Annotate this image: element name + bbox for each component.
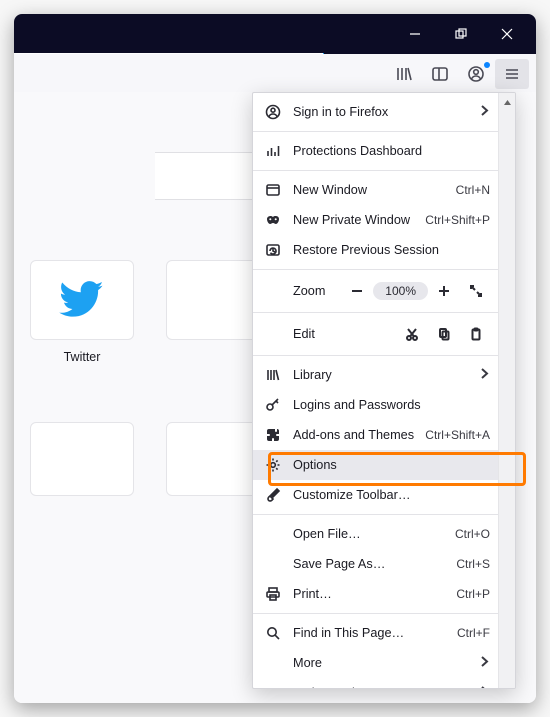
menu-find[interactable]: Find in This Page… Ctrl+F: [253, 618, 498, 648]
menu-label: Options: [293, 458, 490, 472]
separator: [253, 514, 498, 515]
window-icon: [263, 182, 283, 198]
menu-label: Find in This Page…: [293, 626, 457, 640]
fullscreen-button[interactable]: [460, 278, 492, 304]
menu-print[interactable]: Print… Ctrl+P: [253, 579, 498, 609]
chevron-right-icon: [479, 368, 490, 382]
menu-label: Library: [293, 368, 479, 382]
menu-logins[interactable]: Logins and Passwords: [253, 390, 498, 420]
hamburger-menu-button[interactable]: [495, 59, 529, 89]
account-icon: [263, 104, 283, 120]
menu-options[interactable]: Options: [253, 450, 498, 480]
separator: [253, 613, 498, 614]
sidebar-icon[interactable]: [423, 59, 457, 89]
menu-accel: Ctrl+Shift+P: [425, 213, 490, 227]
maximize-button[interactable]: [438, 16, 484, 52]
menu-save-as[interactable]: Save Page As… Ctrl+S: [253, 549, 498, 579]
menu-new-private[interactable]: New Private Window Ctrl+Shift+P: [253, 205, 498, 235]
titlebar: [14, 14, 536, 54]
menu-label: Restore Previous Session: [293, 243, 490, 257]
menu-accel: Ctrl+O: [455, 527, 490, 541]
menu-label: Sign in to Firefox: [293, 105, 479, 119]
separator: [253, 170, 498, 171]
menu-protections[interactable]: Protections Dashboard: [253, 136, 498, 166]
zoom-label: Zoom: [293, 284, 325, 298]
menu-scrollbar[interactable]: [498, 93, 515, 688]
restore-icon: [263, 242, 283, 258]
copy-button[interactable]: [428, 321, 460, 347]
twitter-icon: [59, 276, 105, 325]
menu-web-developer[interactable]: Web Developer: [253, 678, 498, 689]
zoom-out-button[interactable]: [341, 278, 373, 304]
app-menu: Sign in to Firefox Protections Dashboard…: [252, 92, 516, 689]
zoom-in-button[interactable]: [428, 278, 460, 304]
separator: [253, 131, 498, 132]
tile-twitter[interactable]: Twitter: [30, 260, 134, 364]
menu-label: New Private Window: [293, 213, 425, 227]
separator: [253, 312, 498, 313]
menu-accel: Ctrl+N: [456, 183, 490, 197]
toolbar: [14, 54, 536, 94]
menu-new-window[interactable]: New Window Ctrl+N: [253, 175, 498, 205]
paste-button[interactable]: [460, 321, 492, 347]
menu-zoom: Zoom 100%: [253, 274, 498, 308]
menu-addons[interactable]: Add-ons and Themes Ctrl+Shift+A: [253, 420, 498, 450]
edit-label: Edit: [293, 327, 315, 341]
menu-customize[interactable]: Customize Toolbar…: [253, 480, 498, 510]
tile-label: Twitter: [64, 350, 101, 364]
menu-accel: Ctrl+S: [456, 557, 490, 571]
dashboard-icon: [263, 143, 283, 159]
tile-empty[interactable]: [30, 422, 134, 496]
menu-restore-session[interactable]: Restore Previous Session: [253, 235, 498, 265]
menu-label: New Window: [293, 183, 456, 197]
puzzle-icon: [263, 427, 283, 443]
menu-label: Add-ons and Themes: [293, 428, 425, 442]
separator: [253, 269, 498, 270]
close-button[interactable]: [484, 16, 530, 52]
menu-label: More: [293, 656, 479, 670]
menu-label: Protections Dashboard: [293, 144, 490, 158]
menu-accel: Ctrl+P: [456, 587, 490, 601]
notification-dot-icon: [484, 62, 490, 68]
mask-icon: [263, 212, 283, 228]
menu-accel: Ctrl+Shift+A: [425, 428, 490, 442]
library-icon[interactable]: [387, 59, 421, 89]
menu-library[interactable]: Library: [253, 360, 498, 390]
menu-label: Web Developer: [293, 686, 479, 689]
key-icon: [263, 397, 283, 413]
print-icon: [263, 586, 283, 602]
menu-label: Customize Toolbar…: [293, 488, 490, 502]
library-icon: [263, 367, 283, 383]
menu-more[interactable]: More: [253, 648, 498, 678]
chevron-right-icon: [479, 686, 490, 689]
menu-accel: Ctrl+F: [457, 626, 490, 640]
zoom-value[interactable]: 100%: [373, 282, 428, 300]
gear-icon: [263, 457, 283, 473]
chevron-right-icon: [479, 656, 490, 670]
search-icon: [263, 625, 283, 641]
menu-signin[interactable]: Sign in to Firefox: [253, 97, 498, 127]
menu-label: Print…: [293, 587, 456, 601]
menu-open-file[interactable]: Open File… Ctrl+O: [253, 519, 498, 549]
menu-label: Open File…: [293, 527, 455, 541]
account-icon[interactable]: [459, 59, 493, 89]
browser-window: Twitter Sign in to Firefox: [14, 14, 536, 703]
menu-label: Save Page As…: [293, 557, 456, 571]
minimize-button[interactable]: [392, 16, 438, 52]
paintbrush-icon: [263, 487, 283, 503]
scroll-up-icon[interactable]: [499, 93, 515, 111]
menu-label: Logins and Passwords: [293, 398, 490, 412]
cut-button[interactable]: [396, 321, 428, 347]
menu-edit: Edit: [253, 317, 498, 351]
chevron-right-icon: [479, 105, 490, 119]
separator: [253, 355, 498, 356]
